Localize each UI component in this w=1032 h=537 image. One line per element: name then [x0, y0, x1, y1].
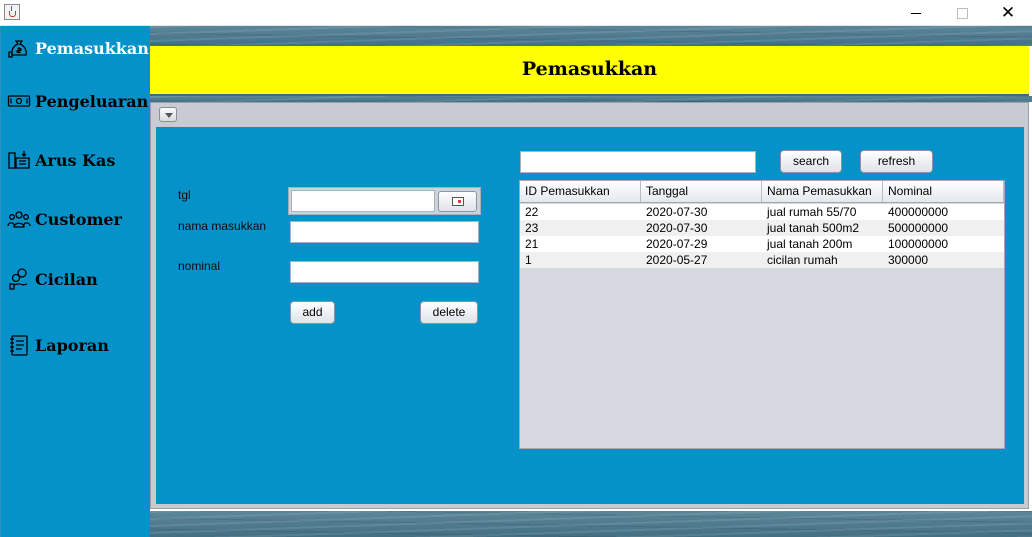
nama-masukkan-label: nama masukkan — [178, 219, 267, 233]
sidebar-item-customer[interactable]: Customer — [7, 204, 122, 234]
java-app-icon — [4, 4, 20, 20]
report-icon — [7, 333, 31, 357]
table-cell: jual tanah 500m2 — [767, 221, 860, 235]
tgl-label: tgl — [178, 188, 191, 202]
sidebar-item-label: Pengeluaran — [35, 91, 149, 111]
sidebar-item-label: Pemasukkan — [35, 38, 149, 58]
column-header-nominal[interactable]: Nominal — [883, 181, 1004, 202]
column-header-nama[interactable]: Nama Pemasukkan — [762, 181, 883, 202]
sidebar-item-pemasukkan[interactable]: Pemasukkan — [7, 33, 149, 63]
sidebar: Pemasukkan Pengeluaran Arus Kas Customer… — [0, 26, 150, 537]
pemasukkan-table: ID Pemasukkan Tanggal Nama Pemasukkan No… — [519, 180, 1005, 449]
page-header: Pemasukkan — [150, 46, 1029, 96]
nominal-input[interactable] — [290, 261, 479, 283]
table-cell: 22 — [525, 205, 539, 219]
table-row[interactable]: 22 2020-07-30 jual rumah 55/70 400000000 — [520, 204, 1004, 220]
page-title: Pemasukkan — [521, 58, 658, 80]
table-cell: 2020-07-29 — [646, 237, 708, 251]
table-cell: 300000 — [888, 253, 929, 267]
table-cell: 21 — [525, 237, 539, 251]
sidebar-item-laporan[interactable]: Laporan — [7, 330, 109, 360]
frame-menu-toggle[interactable] — [159, 107, 177, 122]
background-texture — [150, 26, 1032, 46]
table-cell: 500000000 — [888, 221, 949, 235]
table-cell: 400000000 — [888, 205, 949, 219]
sidebar-item-label: Cicilan — [35, 269, 98, 289]
table-cell: 2020-05-27 — [646, 253, 708, 267]
search-input[interactable] — [520, 151, 756, 173]
tgl-date-input[interactable] — [291, 190, 435, 212]
table-cell: jual tanah 200m — [767, 237, 853, 251]
maximize-button[interactable] — [939, 0, 985, 26]
sidebar-item-label: Arus Kas — [35, 150, 116, 170]
close-button[interactable]: ✕ — [985, 0, 1031, 26]
internal-frame: tgl nama masukkan nominal add delete sea… — [150, 102, 1029, 509]
sidebar-item-label: Laporan — [35, 335, 109, 355]
table-cell: 2020-07-30 — [646, 221, 708, 235]
date-chooser — [288, 187, 481, 215]
nominal-label: nominal — [178, 259, 221, 273]
money-bag-icon — [7, 36, 31, 60]
add-button[interactable]: add — [290, 301, 335, 324]
table-cell: 2020-07-30 — [646, 205, 708, 219]
search-button[interactable]: search — [780, 150, 842, 173]
date-picker-button[interactable] — [438, 191, 477, 212]
table-row[interactable]: 1 2020-05-27 cicilan rumah 300000 — [520, 252, 1004, 268]
content-panel: tgl nama masukkan nominal add delete sea… — [156, 127, 1024, 504]
column-header-id[interactable]: ID Pemasukkan — [520, 181, 641, 202]
background-texture — [150, 511, 1032, 537]
table-cell: 100000000 — [888, 237, 949, 251]
sidebar-item-label: Customer — [35, 209, 122, 229]
refresh-button[interactable]: refresh — [860, 150, 933, 173]
users-icon — [7, 207, 31, 231]
column-header-tanggal[interactable]: Tanggal — [641, 181, 762, 202]
table-cell: jual rumah 55/70 — [767, 205, 857, 219]
minimize-button[interactable] — [893, 0, 939, 26]
cash-flow-icon — [7, 148, 31, 172]
sidebar-item-arus-kas[interactable]: Arus Kas — [7, 145, 115, 175]
table-row[interactable]: 21 2020-07-29 jual tanah 200m 100000000 — [520, 236, 1004, 252]
banknote-icon — [7, 89, 31, 113]
sidebar-item-pengeluaran[interactable]: Pengeluaran — [7, 86, 148, 116]
window-title-bar: ✕ — [0, 0, 1032, 26]
table-header: ID Pemasukkan Tanggal Nama Pemasukkan No… — [520, 181, 1004, 203]
delete-button[interactable]: delete — [420, 301, 478, 324]
table-cell: cicilan rumah — [767, 253, 838, 267]
calendar-icon — [452, 197, 464, 206]
table-row[interactable]: 23 2020-07-30 jual tanah 500m2 500000000 — [520, 220, 1004, 236]
table-cell: 23 — [525, 221, 539, 235]
sidebar-item-cicilan[interactable]: Cicilan — [7, 264, 98, 294]
table-cell: 1 — [525, 253, 532, 267]
installment-icon — [7, 267, 31, 291]
nama-masukkan-input[interactable] — [290, 221, 479, 243]
